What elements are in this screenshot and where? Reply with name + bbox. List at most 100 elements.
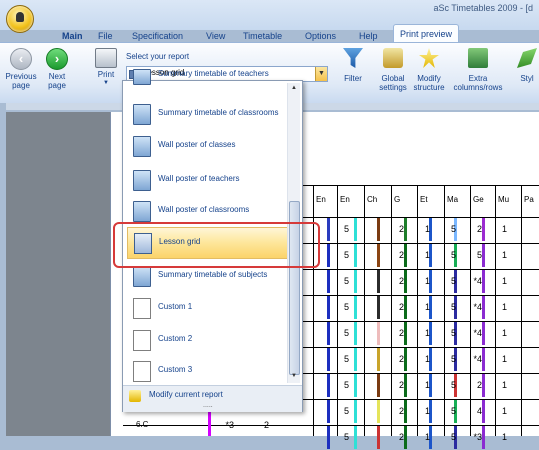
grid-cell: 1	[501, 354, 507, 364]
grid-header-cell: En	[340, 195, 350, 204]
dropdown-arrow-icon[interactable]: ▼	[315, 67, 327, 81]
tab-options[interactable]: Options	[305, 31, 336, 41]
print-button[interactable]: Print ▼	[92, 48, 120, 88]
subject-color-bar	[327, 218, 330, 241]
grid-cell: 2	[398, 406, 404, 416]
blank-document-icon	[133, 330, 151, 351]
scroll-down-icon[interactable]: ▼	[288, 373, 300, 383]
grid-cell: 5	[343, 276, 349, 286]
menu-item-wall-poster-classes[interactable]: Wall poster of classes	[127, 131, 287, 161]
chevron-down-icon: ▼	[103, 80, 109, 86]
menu-item-label: Wall poster of classes	[158, 140, 236, 149]
subject-color-bar	[377, 218, 380, 241]
menu-item-custom-3[interactable]: Custom 3	[127, 356, 287, 386]
grid-header-cell: Ge	[473, 195, 484, 204]
style-button[interactable]: Styl	[515, 48, 539, 83]
next-page-button[interactable]: › Next page	[42, 48, 72, 90]
menu-item-label: Summary timetable of subjects	[158, 270, 268, 279]
grid-cell: *4	[473, 354, 482, 364]
subject-color-bar	[377, 244, 380, 267]
subject-color-bar	[354, 400, 357, 423]
grid-cell: 2	[398, 224, 404, 234]
grid-cell: 5	[343, 406, 349, 416]
resize-grip-icon[interactable]: .....	[203, 402, 213, 409]
subject-color-bar	[327, 296, 330, 319]
filter-button[interactable]: Filter	[336, 48, 370, 83]
tab-view[interactable]: View	[206, 31, 225, 41]
tab-help[interactable]: Help	[359, 31, 378, 41]
subject-color-bar	[377, 400, 380, 423]
subject-color-bar	[377, 348, 380, 371]
tab-specification[interactable]: Specification	[132, 31, 183, 41]
grid-cell: 1	[501, 250, 507, 260]
subject-color-bar	[354, 426, 357, 449]
grid-cell: 1	[501, 432, 507, 442]
grid-cell: 5	[343, 432, 349, 442]
grid-cell: 1	[501, 328, 507, 338]
subject-color-bar	[482, 322, 485, 345]
subject-color-bar	[377, 322, 380, 345]
grid-cell: 5	[343, 380, 349, 390]
subject-color-bar	[404, 348, 407, 371]
app-logo-icon	[16, 12, 24, 22]
menu-footer[interactable]: Modify current report .....	[123, 385, 302, 412]
brush-icon	[517, 48, 537, 68]
subject-color-bar	[404, 426, 407, 449]
menu-item-label: Wall poster of classrooms	[158, 205, 250, 214]
next-page-label: Next page	[48, 72, 66, 90]
modify-structure-button[interactable]: Modify structure	[412, 48, 446, 92]
subject-color-bar	[482, 374, 485, 397]
poster-icon	[133, 201, 151, 222]
report-select-label: Select your report	[126, 52, 190, 61]
tab-main[interactable]: Main	[62, 31, 83, 41]
subject-color-bar	[327, 322, 330, 345]
menu-item-label: Custom 1	[158, 302, 193, 311]
menu-item-label: Custom 2	[158, 334, 193, 343]
grid-cell: 5	[343, 328, 349, 338]
window-title: aSc Timetables 2009 - [d	[433, 3, 533, 13]
grid-header-cell: Ma	[447, 195, 459, 204]
subject-color-bar	[404, 270, 407, 293]
previous-page-button[interactable]: ‹ Previous page	[4, 48, 38, 90]
subject-color-bar	[377, 374, 380, 397]
grid-cell: 1	[424, 380, 430, 390]
tab-print-preview[interactable]: Print preview	[393, 24, 459, 43]
subject-color-bar	[482, 348, 485, 371]
menu-item-summary-teachers[interactable]: Summary timetable of teachers	[127, 66, 287, 86]
subject-color-bar	[208, 412, 211, 436]
menu-item-custom-1[interactable]: Custom 1	[127, 293, 287, 323]
grid-cell: 5	[450, 250, 456, 260]
menu-item-summary-classrooms[interactable]: Summary timetable of classrooms	[127, 99, 287, 129]
printer-icon	[95, 48, 117, 68]
grid-cell: 1	[424, 328, 430, 338]
subject-color-bar	[482, 426, 485, 449]
app-menu-button[interactable]	[6, 5, 34, 33]
subject-color-bar	[404, 296, 407, 319]
tab-timetable[interactable]: Timetable	[243, 31, 282, 41]
subject-color-bar	[482, 296, 485, 319]
subject-color-bar	[327, 348, 330, 371]
scroll-up-icon[interactable]: ▲	[288, 85, 300, 95]
wand-icon	[129, 390, 141, 402]
extra-columns-button[interactable]: Extra columns/rows	[450, 48, 506, 92]
global-settings-button[interactable]: Global settings	[376, 48, 410, 92]
subject-color-bar	[327, 426, 330, 449]
previous-page-label: Previous page	[5, 72, 37, 90]
grid-cell: 5	[450, 406, 456, 416]
grid-cell: 1	[501, 302, 507, 312]
subject-color-bar	[482, 244, 485, 267]
tab-file[interactable]: File	[98, 31, 113, 41]
summary-table-icon	[133, 266, 151, 287]
subject-color-bar	[404, 374, 407, 397]
grid-cell: 2	[398, 276, 404, 286]
subject-color-bar	[482, 400, 485, 423]
grid-cell: 2	[263, 420, 269, 430]
subject-color-bar	[354, 218, 357, 241]
menu-item-label: Custom 3	[158, 365, 193, 374]
subject-color-bar	[327, 374, 330, 397]
forward-arrow-icon: ›	[46, 48, 68, 70]
grid-header-cell: G	[394, 195, 401, 204]
menu-item-wall-poster-teachers[interactable]: Wall poster of teachers	[127, 165, 287, 195]
grid-cell: 2	[398, 302, 404, 312]
menu-item-custom-2[interactable]: Custom 2	[127, 325, 287, 355]
